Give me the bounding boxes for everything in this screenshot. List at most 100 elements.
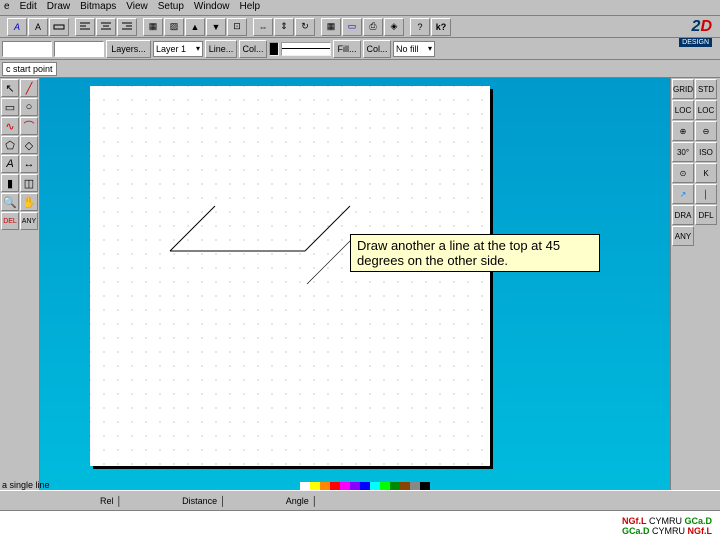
dra-button[interactable]: DRA [672, 205, 694, 225]
drawing-canvas[interactable]: Draw another a line at the top at 45 deg… [90, 86, 490, 466]
lock-icon[interactable]: ⊡ [227, 18, 247, 36]
color-swatch[interactable] [370, 482, 380, 490]
zoomin-icon[interactable]: ⊕ [672, 121, 694, 141]
line-button[interactable]: Line... [205, 40, 237, 58]
arrow-icon[interactable]: ↗ [672, 184, 694, 204]
circle-tool-icon[interactable]: ○ [20, 98, 38, 116]
menu-window[interactable]: Window [194, 1, 230, 14]
ungroup-icon[interactable]: ▨ [164, 18, 184, 36]
view-palette: GRIDSTD LOCLOC ⊕⊖ 30°ISO ⊙K ↗│ DRADFL AN… [670, 78, 720, 490]
eraser-tool-icon[interactable]: ◫ [20, 174, 38, 192]
main-toolbar: A A ▦ ▨ ▲ ▼ ⊡ ⇔ ⇕ ↻ ▦ ▭ ⎙ ◈ ? k? [0, 16, 720, 38]
x-input[interactable] [2, 41, 52, 57]
fill-tool-icon[interactable]: ▮ [1, 174, 19, 192]
app-logo: 2D [692, 18, 712, 36]
loc-button[interactable]: LOC [672, 100, 694, 120]
monitor-icon[interactable]: ▭ [342, 18, 362, 36]
menubar: e Edit Draw Bitmaps View Setup Window He… [0, 0, 720, 16]
color-swatch[interactable] [340, 482, 350, 490]
loc2-button[interactable]: LOC [695, 100, 717, 120]
color-swatch[interactable] [380, 482, 390, 490]
menu-help[interactable]: Help [239, 1, 260, 14]
angle30-button[interactable]: 30° [672, 142, 694, 162]
group-icon[interactable]: ▦ [143, 18, 163, 36]
line-color-button[interactable]: Col... [239, 40, 267, 58]
color-swatch[interactable] [330, 482, 340, 490]
start-point-label: c start point [2, 62, 57, 76]
flip-h-icon[interactable]: ⇔ [253, 18, 273, 36]
color-swatch[interactable] [410, 482, 420, 490]
menu-file[interactable]: e [4, 1, 10, 14]
color-bar [300, 482, 430, 490]
pan-tool-icon[interactable]: ✋ [20, 193, 38, 211]
color-swatch[interactable] [420, 482, 430, 490]
snap-icon[interactable]: ⊙ [672, 163, 694, 183]
fill-select[interactable]: No fill [393, 41, 435, 57]
property-toolbar: Layers... Layer 1 Line... Col... Fill...… [0, 38, 720, 60]
design-label: DESIGN [679, 38, 712, 47]
rel-label: Rel [100, 496, 114, 506]
zoom-tool-icon[interactable]: 🔍 [1, 193, 19, 211]
shape-tool-icon[interactable]: ◇ [20, 136, 38, 154]
status-bar: Rel│ Distance│ Angle│ [0, 490, 720, 510]
menu-view[interactable]: View [126, 1, 148, 14]
preview-icon[interactable]: ◈ [384, 18, 404, 36]
color-swatch[interactable] [300, 482, 310, 490]
style-icon[interactable] [49, 18, 69, 36]
std-button[interactable]: STD [695, 79, 717, 99]
zoomout-icon[interactable]: ⊖ [695, 121, 717, 141]
angle-label: Angle [286, 496, 309, 506]
align-right-icon[interactable] [117, 18, 137, 36]
arc-tool-icon[interactable]: ⌒ [20, 117, 38, 135]
help-icon[interactable]: ? [410, 18, 430, 36]
any-tool-icon[interactable]: ANY [20, 212, 38, 230]
align-center-icon[interactable] [96, 18, 116, 36]
context-help-icon[interactable]: k? [431, 18, 451, 36]
grid-button[interactable]: GRID [672, 79, 694, 99]
color-swatch[interactable] [360, 482, 370, 490]
distance-label: Distance [182, 496, 217, 506]
tool-palette: ↖╱ ▭○ ∿⌒ ⬠◇ A↔ ▮◫ 🔍✋ DELANY [0, 78, 40, 490]
rect-tool-icon[interactable]: ▭ [1, 98, 19, 116]
y-input[interactable] [54, 41, 104, 57]
color-swatch[interactable] [320, 482, 330, 490]
menu-bitmaps[interactable]: Bitmaps [80, 1, 116, 14]
vline-icon[interactable]: │ [695, 184, 717, 204]
grid-toggle-icon[interactable]: ▦ [321, 18, 341, 36]
color-swatch[interactable] [400, 482, 410, 490]
menu-draw[interactable]: Draw [47, 1, 70, 14]
back-icon[interactable]: ▼ [206, 18, 226, 36]
layer-select[interactable]: Layer 1 [153, 41, 203, 57]
dim-tool-icon[interactable]: ↔ [20, 155, 38, 173]
fill-color-button[interactable]: Col... [363, 40, 391, 58]
polygon-tool-icon[interactable]: ⬠ [1, 136, 19, 154]
color-swatch[interactable] [350, 482, 360, 490]
color-swatch[interactable] [310, 482, 320, 490]
iso-button[interactable]: ISO [695, 142, 717, 162]
curve-tool-icon[interactable]: ∿ [1, 117, 19, 135]
font-a-icon[interactable]: A [28, 18, 48, 36]
canvas-area: Draw another a line at the top at 45 deg… [40, 78, 670, 490]
menu-edit[interactable]: Edit [20, 1, 37, 14]
text-tool-icon[interactable]: A [1, 155, 19, 173]
front-icon[interactable]: ▲ [185, 18, 205, 36]
k-button[interactable]: K [695, 163, 717, 183]
align-left-icon[interactable] [75, 18, 95, 36]
fill-button[interactable]: Fill... [333, 40, 361, 58]
print-icon[interactable]: ⎙ [363, 18, 383, 36]
text-tool-icon[interactable]: A [7, 18, 27, 36]
layers-button[interactable]: Layers... [106, 40, 151, 58]
del-tool-icon[interactable]: DEL [1, 212, 19, 230]
color-swatch[interactable] [390, 482, 400, 490]
status-line: a single line [2, 480, 50, 490]
rotate-icon[interactable]: ↻ [295, 18, 315, 36]
dfl-button[interactable]: DFL [695, 205, 717, 225]
footer: NGf.L CYMRU GCa.D GCa.D CYMRU NGf.L [0, 510, 720, 540]
instruction-tooltip: Draw another a line at the top at 45 deg… [350, 234, 600, 272]
hint-bar: c start point [0, 60, 720, 78]
flip-v-icon[interactable]: ⇕ [274, 18, 294, 36]
any-button[interactable]: ANY [672, 226, 694, 246]
menu-setup[interactable]: Setup [158, 1, 184, 14]
line-tool-icon[interactable]: ╱ [20, 79, 38, 97]
select-tool-icon[interactable]: ↖ [1, 79, 19, 97]
